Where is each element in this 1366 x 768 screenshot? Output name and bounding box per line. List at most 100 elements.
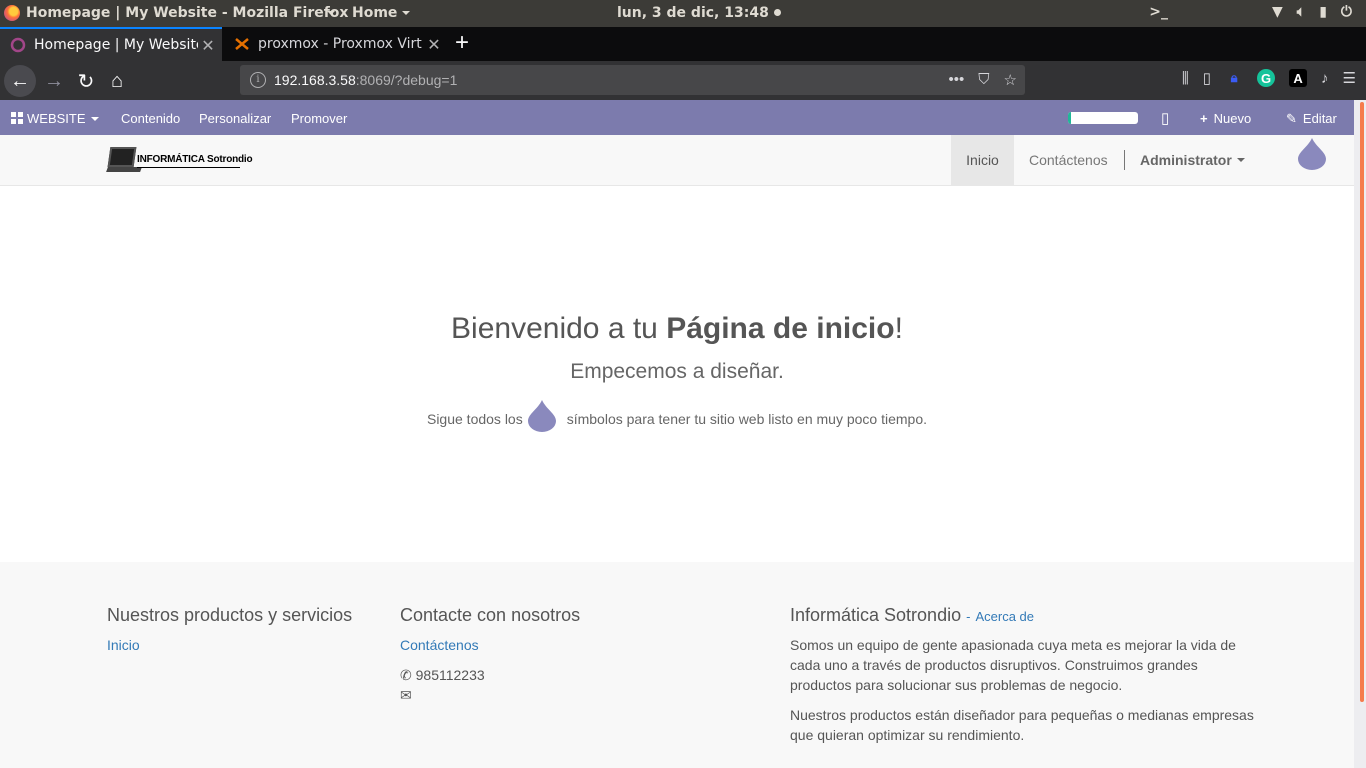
chevron-down-icon: [1236, 158, 1245, 162]
website-menu-label: WEBSITE: [27, 111, 86, 126]
footer-products-heading: Nuestros productos y servicios: [107, 605, 353, 625]
loading-progress-bar: [1068, 112, 1138, 124]
site-header: INFORMÁTICA Sotrondio Inicio Contáctenos…: [0, 135, 1354, 186]
hero-title-bold: Página de inicio: [666, 312, 895, 345]
chevron-down-icon: [90, 117, 99, 121]
tab-title: proxmox - Proxmox Virt: [258, 36, 422, 52]
pencil-icon: ✎: [1286, 111, 1297, 126]
app-menu-caret[interactable]: [322, 5, 335, 21]
footer-phone: 985112233: [415, 667, 485, 683]
url-rest: :8069/?debug=1: [355, 72, 458, 88]
hamburger-menu-icon[interactable]: ☰: [1343, 69, 1356, 87]
new-tab-button[interactable]: +: [455, 30, 469, 56]
footer-products: Nuestros productos y servicios Inicio: [107, 605, 352, 655]
nuevo-button[interactable]: + Nuevo: [1200, 111, 1251, 126]
home-button[interactable]: ⌂: [101, 65, 133, 97]
power-icon[interactable]: ⏻: [1341, 4, 1352, 20]
home-menu[interactable]: Home: [352, 5, 411, 21]
company-name: Informática Sotrondio: [790, 605, 962, 625]
toolbar-icons: ⫼ ▯ 🔒︎ G A ♪ ☰: [1182, 69, 1356, 87]
contenido-menu[interactable]: Contenido: [121, 111, 180, 126]
administrator-label: Administrator: [1140, 152, 1232, 168]
system-tray: >_ ▼ 🔈︎ ▮ ⏻: [1149, 4, 1352, 20]
footer-contact-heading: Contacte con nosotros: [400, 605, 581, 625]
os-top-panel: Homepage | My Website - Mozilla Firefox …: [0, 0, 1366, 27]
editar-label: Editar: [1302, 111, 1337, 126]
nav-divider: [1124, 150, 1125, 170]
tour-drop-icon[interactable]: [527, 399, 557, 433]
close-tab-icon[interactable]: ✕: [198, 36, 218, 55]
editar-button[interactable]: ✎ Editar: [1286, 111, 1337, 127]
promover-menu[interactable]: Promover: [291, 111, 347, 126]
reload-button[interactable]: ↻: [70, 65, 102, 97]
scrollbar-thumb[interactable]: [1360, 102, 1364, 702]
nav-contactenos[interactable]: Contáctenos: [1029, 135, 1108, 185]
back-button[interactable]: ←: [4, 65, 36, 97]
proxmox-favicon-icon: [235, 38, 249, 50]
nav-administrator[interactable]: Administrator: [1140, 135, 1245, 185]
progress-fill: [1068, 112, 1071, 124]
gnome-extension-icon[interactable]: ♪: [1321, 70, 1329, 87]
bookmark-star-icon[interactable]: ☆: [1004, 71, 1017, 89]
plus-icon: +: [1200, 111, 1208, 126]
laptop-icon: [107, 147, 137, 167]
site-logo[interactable]: INFORMÁTICA Sotrondio: [106, 145, 253, 177]
home-menu-label: Home: [352, 5, 398, 21]
hero-line-before: Sigue todos los: [426, 411, 523, 427]
footer-about-para1: Somos un equipo de gente apasionada cuya…: [790, 637, 1236, 693]
phone-icon: ✆: [400, 667, 412, 683]
clock[interactable]: lun, 3 de dic, 13:48: [617, 5, 781, 21]
wifi-icon[interactable]: ▼: [1272, 4, 1283, 20]
forward-button[interactable]: →: [38, 65, 70, 97]
tab-homepage[interactable]: Homepage | My Website ✕: [0, 27, 222, 61]
lock-extension-icon[interactable]: 🔒︎: [1225, 69, 1243, 87]
volume-icon[interactable]: 🔈︎: [1297, 4, 1305, 20]
personalizar-menu[interactable]: Personalizar: [199, 111, 271, 126]
apps-grid-icon: [11, 112, 23, 124]
nav-inicio[interactable]: Inicio: [951, 135, 1014, 185]
footer-link-inicio[interactable]: Inicio: [107, 637, 140, 653]
hero-title-suffix: !: [894, 312, 903, 345]
app-title[interactable]: Homepage | My Website - Mozilla Firefox: [26, 5, 348, 21]
hero-title: Bienvenido a tu Página de inicio!: [0, 312, 1354, 346]
tab-title: Homepage | My Website: [34, 37, 198, 53]
mobile-preview-icon[interactable]: ▯: [1161, 109, 1169, 127]
logo-text: INFORMÁTICA Sotrondio: [137, 154, 253, 165]
hero-title-prefix: Bienvenido a tu: [451, 312, 667, 345]
sidebar-icon[interactable]: ▯: [1203, 69, 1211, 87]
tab-strip: Homepage | My Website ✕ proxmox - Proxmo…: [0, 27, 1366, 61]
url-bar[interactable]: i 192.168.3.58:8069/?debug=1 ••• ⛉ ☆: [240, 65, 1025, 95]
navigation-toolbar: ← → ↻ ⌂ i 192.168.3.58:8069/?debug=1 •••…: [0, 61, 1366, 100]
about-separator: -: [966, 609, 971, 624]
footer-about: Informática Sotrondio - Acerca de Somos …: [790, 605, 1255, 745]
acerca-de-link[interactable]: Acerca de: [975, 609, 1034, 624]
footer-link-contactenos[interactable]: Contáctenos: [400, 637, 479, 653]
close-tab-icon[interactable]: ✕: [424, 35, 444, 54]
tour-drop-icon[interactable]: [1297, 137, 1327, 171]
library-icon[interactable]: ⫼: [1182, 70, 1189, 87]
odoo-favicon-icon: [10, 37, 26, 53]
firefox-icon[interactable]: [4, 5, 20, 21]
font-extension-icon[interactable]: A: [1289, 69, 1308, 87]
footer-contact: Contacte con nosotros Contáctenos ✆ 9851…: [400, 605, 580, 705]
envelope-icon[interactable]: ✉: [400, 687, 412, 703]
hero-instruction: Sigue todos los símbolos para tener tu si…: [0, 411, 1354, 427]
site-footer: Nuestros productos y servicios Inicio Co…: [0, 562, 1354, 768]
footer-about-para2: Nuestros productos están diseñador para …: [790, 707, 1254, 743]
hero-subtitle: Empecemos a diseñar.: [570, 360, 784, 383]
battery-icon[interactable]: ▮: [1319, 4, 1327, 20]
url-host: 192.168.3.58: [274, 72, 356, 88]
grammarly-icon[interactable]: G: [1257, 69, 1276, 87]
chevron-down-icon: [402, 11, 411, 15]
website-menu[interactable]: WEBSITE: [11, 111, 99, 126]
nuevo-label: Nuevo: [1213, 111, 1252, 126]
tab-proxmox[interactable]: proxmox - Proxmox Virt ✕: [224, 27, 448, 61]
pocket-icon[interactable]: ⛉: [978, 71, 989, 89]
page-actions-icon[interactable]: •••: [949, 71, 965, 89]
footer-about-heading: Informática Sotrondio - Acerca de: [790, 605, 1255, 626]
site-info-icon[interactable]: i: [250, 72, 266, 88]
hero-line-after: símbolos para tener tu sitio web listo e…: [566, 411, 928, 427]
odoo-website-bar: WEBSITE Contenido Personalizar Promover …: [0, 100, 1354, 135]
terminal-icon[interactable]: >_: [1149, 4, 1168, 20]
notification-dot-icon: [773, 9, 781, 16]
